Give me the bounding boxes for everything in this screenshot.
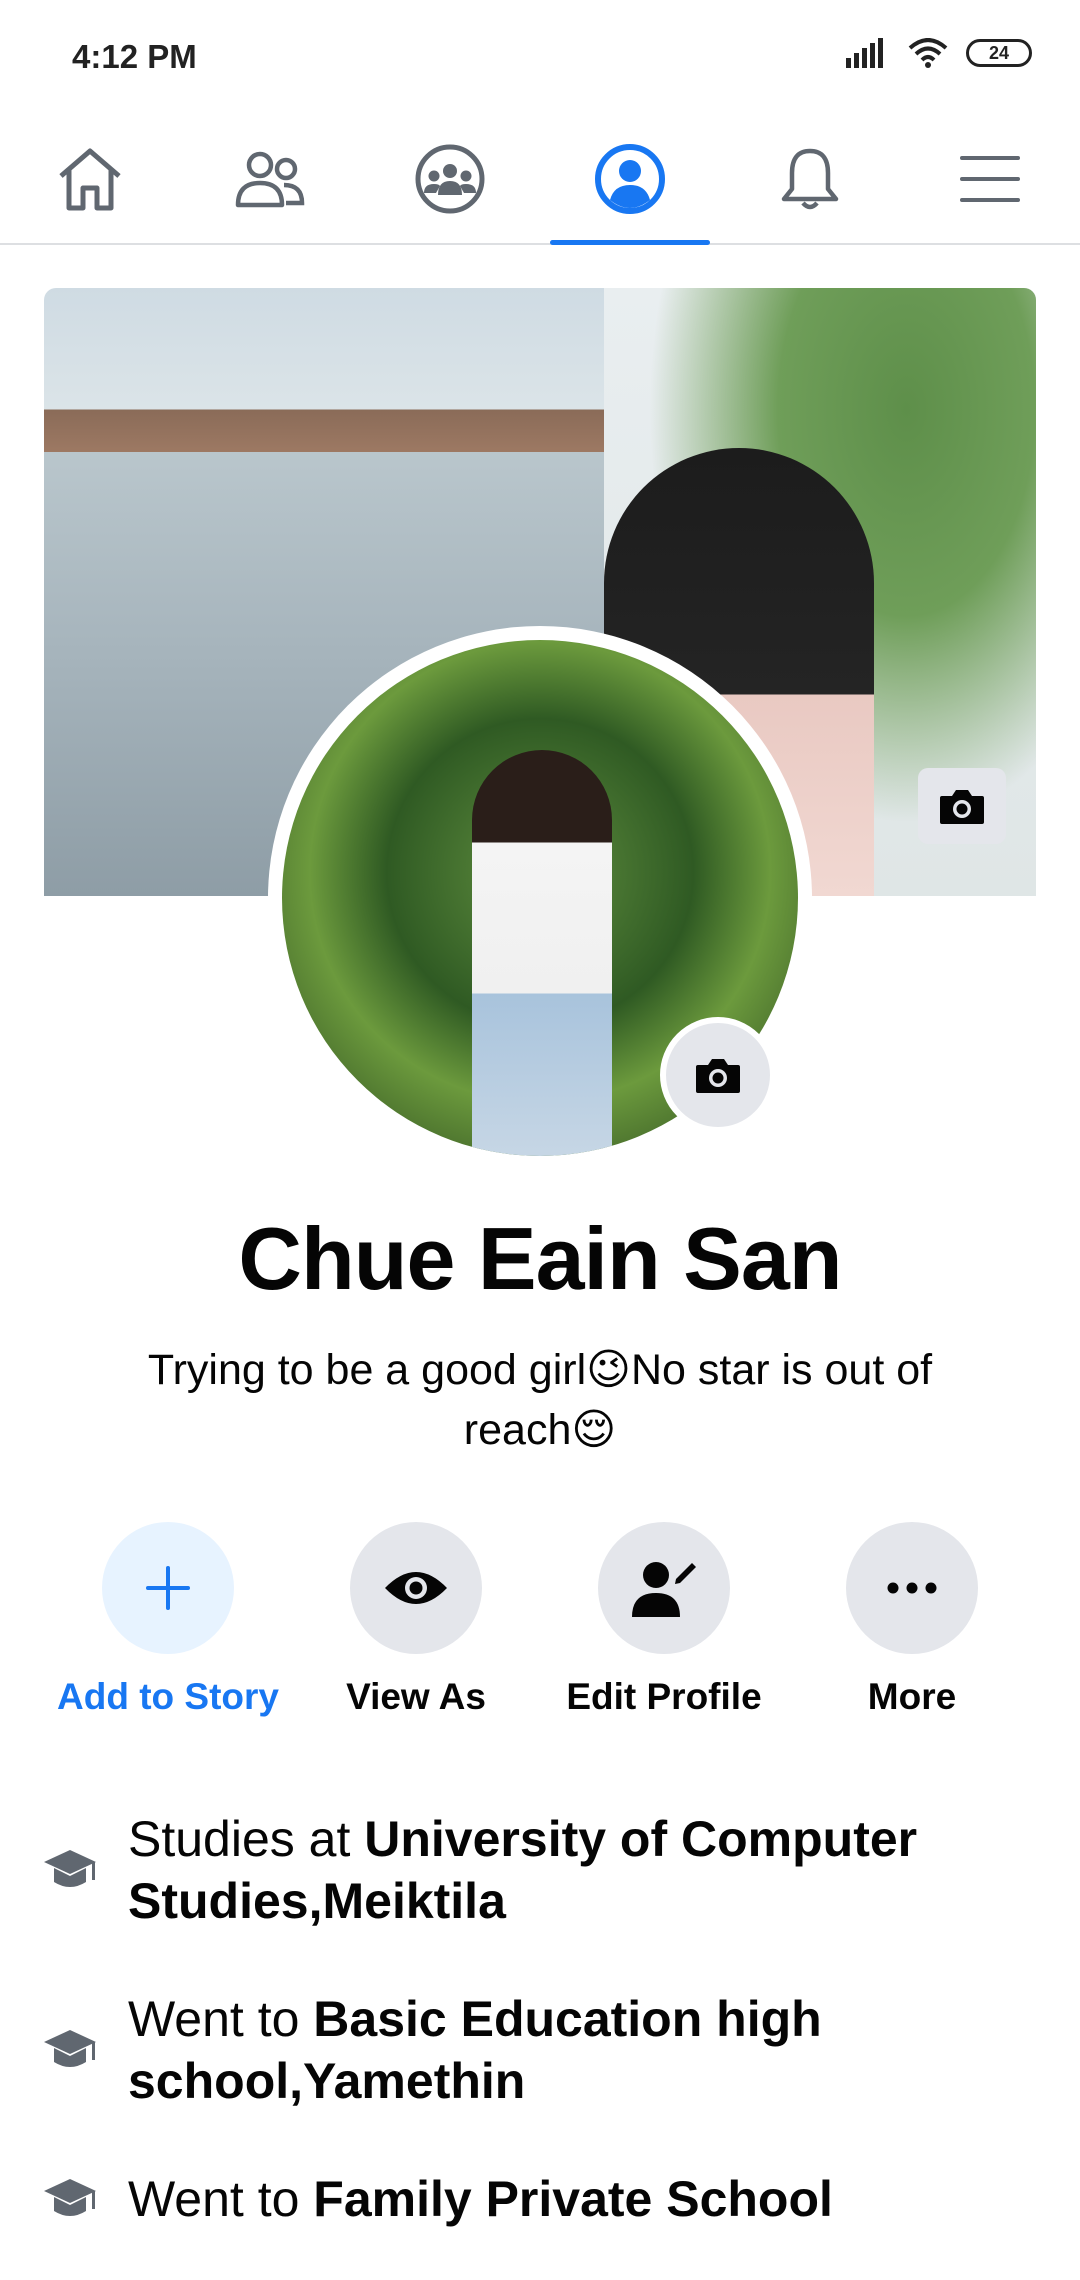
- add-to-story-button[interactable]: Add to Story: [48, 1522, 288, 1718]
- cover-photo-camera-button[interactable]: [918, 768, 1006, 844]
- more-circle[interactable]: [846, 1522, 978, 1654]
- detail-prefix: Went to: [128, 1991, 314, 2047]
- profile-bio: Trying to be a good girl😉No star is out …: [100, 1340, 980, 1460]
- tab-groups[interactable]: [360, 115, 540, 243]
- home-icon: [59, 148, 121, 211]
- top-navigation: [0, 115, 1080, 245]
- profile-picture-person: [472, 750, 612, 1156]
- detail-text: Studies at University of Computer Studie…: [128, 1808, 1040, 1932]
- add-to-story-label: Add to Story: [57, 1676, 279, 1717]
- edit-profile-button[interactable]: Edit Profile: [544, 1522, 784, 1718]
- graduation-cap-icon: [40, 2026, 100, 2074]
- more-dots-icon: [887, 1582, 937, 1594]
- tab-menu[interactable]: [900, 115, 1080, 243]
- profile-picture-camera-button[interactable]: [660, 1017, 776, 1133]
- eye-icon: [385, 1572, 447, 1604]
- add-to-story-circle[interactable]: [102, 1522, 234, 1654]
- wink-emoji: 😉: [586, 1346, 631, 1394]
- bio-text-part1: Trying to be a good girl: [147, 1346, 587, 1394]
- status-time: 4:12 PM: [72, 38, 197, 75]
- graduation-cap-icon: [40, 1846, 100, 1894]
- camera-icon: [696, 1059, 740, 1093]
- tab-home[interactable]: [0, 115, 180, 243]
- profile-actions: Add to Story View As Edit Profile More: [0, 1522, 1080, 1722]
- profile-icon: [595, 144, 665, 214]
- bell-icon: [781, 148, 839, 210]
- edit-profile-icon: [632, 1562, 696, 1617]
- plus-icon: [146, 1566, 190, 1610]
- detail-text: Went to Family Private School: [128, 2168, 833, 2230]
- wifi-icon: [908, 38, 948, 68]
- status-icons: 24: [846, 38, 1032, 68]
- view-as-label: View As: [346, 1676, 486, 1717]
- detail-studies-at[interactable]: Studies at University of Computer Studie…: [40, 1808, 1040, 1932]
- profile-name: Chue Eain San: [238, 1209, 842, 1308]
- detail-text: Went to Basic Education high school,Yame…: [128, 1988, 1040, 2112]
- status-bar: 4:12 PM 24: [0, 0, 1080, 115]
- groups-icon: [415, 144, 485, 214]
- more-label: More: [867, 1676, 957, 1717]
- signal-icon: [846, 38, 883, 68]
- view-as-circle[interactable]: [350, 1522, 482, 1654]
- tab-profile[interactable]: [540, 115, 720, 245]
- tab-notifications[interactable]: [720, 115, 900, 243]
- detail-went-to[interactable]: Went to Basic Education high school,Yame…: [40, 1988, 1040, 2112]
- battery-indicator: 24: [966, 39, 1032, 67]
- detail-prefix: Went to: [128, 2171, 314, 2227]
- camera-icon: [940, 790, 984, 824]
- view-as-button[interactable]: View As: [296, 1522, 536, 1718]
- edit-profile-circle[interactable]: [598, 1522, 730, 1654]
- detail-prefix: Studies at: [128, 1811, 365, 1867]
- detail-went-to[interactable]: Went to Family Private School: [40, 2168, 1040, 2230]
- tab-friends[interactable]: [180, 115, 360, 243]
- hamburger-menu-icon: [960, 156, 1020, 202]
- graduation-cap-icon: [40, 2175, 100, 2223]
- relieved-emoji: 😌: [571, 1406, 617, 1454]
- edit-profile-label: Edit Profile: [566, 1676, 762, 1717]
- friends-icon: [235, 151, 305, 208]
- detail-place: Family Private School: [313, 2171, 833, 2227]
- more-button[interactable]: More: [792, 1522, 1032, 1718]
